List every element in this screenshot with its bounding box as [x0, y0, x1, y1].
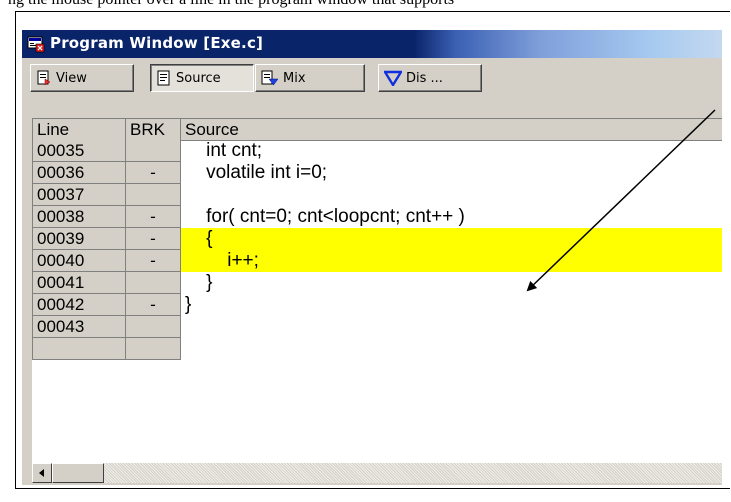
annotation-arrow: [526, 109, 716, 292]
arrow-line: [526, 109, 716, 292]
